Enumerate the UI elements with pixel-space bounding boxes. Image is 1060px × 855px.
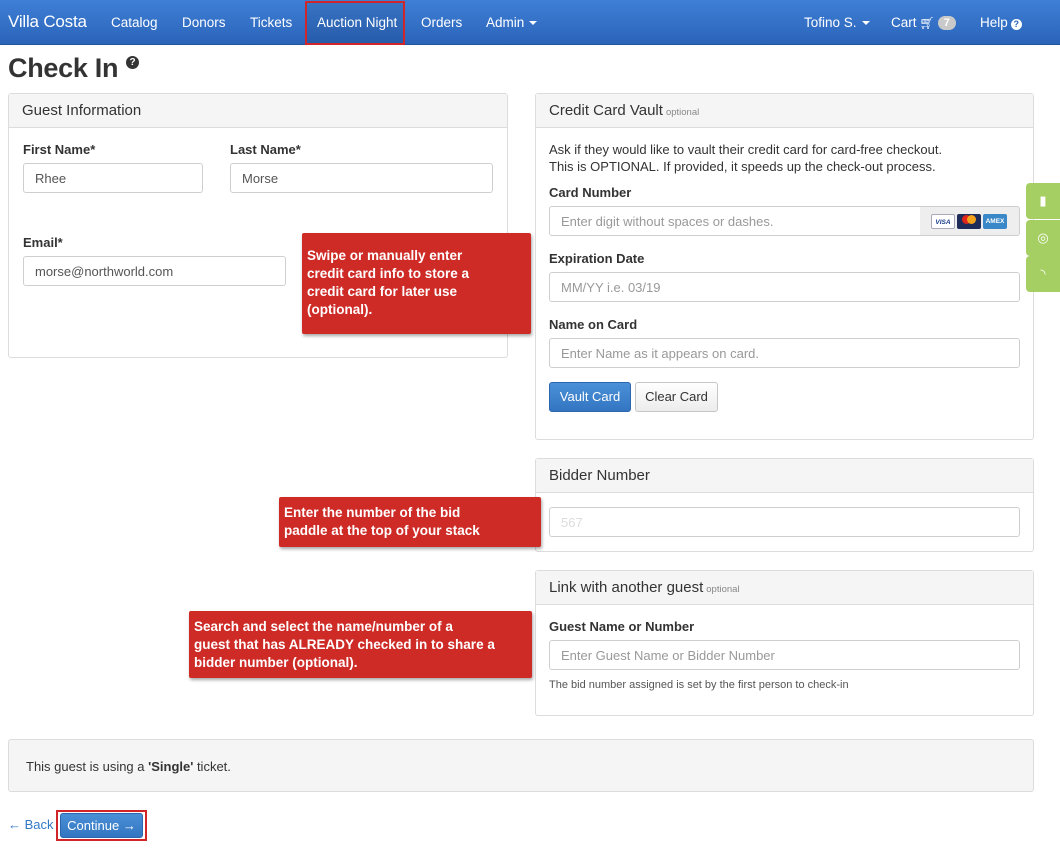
first-name-input[interactable] — [23, 163, 203, 193]
callout-line: Swipe or manually enter — [307, 248, 463, 263]
cart-icon: 🛒︎ — [919, 16, 935, 30]
chevron-down-icon — [529, 21, 538, 26]
swipe-card-callout: Swipe or manually enter credit card info… — [302, 233, 531, 334]
callout-line: bidder number (optional). — [194, 655, 358, 670]
lifebuoy-icon[interactable]: ◎ — [1026, 220, 1060, 256]
link-panel-heading: Link with another guest optional — [536, 571, 1033, 605]
link-heading-title: Link with another guest — [549, 579, 704, 596]
nav-orders[interactable]: Orders — [421, 15, 462, 30]
nav-admin-label: Admin — [486, 15, 525, 30]
continue-button[interactable]: Continue → — [60, 813, 143, 838]
callout-line: (optional). — [307, 302, 373, 317]
mastercard-icon — [957, 214, 981, 229]
vault-panel-heading: Credit Card Vault optional — [536, 94, 1033, 128]
cart-count-badge: 7 — [937, 16, 956, 30]
bidder-number-input[interactable] — [549, 507, 1020, 537]
ticket-type: 'Single' — [148, 759, 194, 774]
rss-icon[interactable]: ◝ — [1026, 256, 1060, 292]
bid-number-help-text: The bid number assigned is set by the fi… — [549, 679, 849, 691]
bidder-number-panel: Bidder Number — [535, 458, 1034, 552]
email-input[interactable] — [23, 256, 286, 286]
top-navbar: Villa Costa Catalog Donors Tickets Aucti… — [0, 0, 1060, 45]
link-optional-tag: optional — [706, 584, 740, 595]
notice-prefix: This guest is using a — [26, 759, 149, 774]
ticket-notice-text: This guest is using a 'Single' ticket. — [26, 759, 231, 774]
card-logos-addon: VISA AMEX — [920, 206, 1020, 236]
nav-cart-label: Cart — [891, 15, 917, 30]
visa-card-icon: VISA — [931, 214, 955, 229]
card-number-input[interactable] — [549, 206, 921, 236]
book-icon[interactable]: ▮ — [1026, 183, 1060, 219]
last-name-input[interactable] — [230, 163, 493, 193]
guest-name-or-number-label: Guest Name or Number — [549, 619, 695, 634]
card-number-label: Card Number — [549, 185, 632, 200]
back-link[interactable]: ← Back — [8, 817, 54, 832]
callout-line: credit card for later use — [307, 284, 458, 299]
nav-donors[interactable]: Donors — [182, 15, 226, 30]
amex-card-icon: AMEX — [983, 214, 1007, 229]
guest-panel-heading: Guest Information — [9, 94, 507, 128]
email-label: Email* — [23, 235, 63, 250]
callout-line: guest that has ALREADY checked in to sha… — [194, 637, 495, 652]
nav-auction-night[interactable]: Auction Night — [317, 15, 397, 30]
vault-description-line-1: Ask if they would like to vault their cr… — [549, 142, 943, 157]
callout-line: Enter the number of the bid — [284, 505, 461, 520]
nav-user-label: Tofino S. — [804, 15, 857, 30]
callout-line: paddle at the top of your stack — [284, 523, 480, 538]
question-circle-icon[interactable]: ? — [126, 56, 139, 69]
question-circle-icon: ? — [1010, 19, 1022, 30]
clear-card-button[interactable]: Clear Card — [635, 382, 718, 412]
nav-help-label: Help — [980, 15, 1008, 30]
nav-admin-dropdown[interactable]: Admin — [486, 15, 538, 30]
nav-help[interactable]: Help? — [980, 15, 1022, 30]
first-name-label: First Name* — [23, 142, 96, 157]
notice-suffix: ticket. — [193, 759, 231, 774]
link-guest-callout: Search and select the name/number of a g… — [189, 611, 532, 678]
vault-card-button[interactable]: Vault Card — [549, 382, 631, 412]
page-title: Check In — [8, 53, 119, 83]
name-on-card-label: Name on Card — [549, 317, 638, 332]
expiration-date-label: Expiration Date — [549, 251, 645, 266]
ticket-notice: This guest is using a 'Single' ticket. — [8, 739, 1034, 792]
nav-catalog[interactable]: Catalog — [111, 15, 158, 30]
vault-description-line-2: This is OPTIONAL. If provided, it speeds… — [549, 159, 936, 174]
nav-cart[interactable]: Cart 🛒︎ 7 — [891, 15, 956, 30]
expiration-date-input[interactable] — [549, 272, 1020, 302]
name-on-card-input[interactable] — [549, 338, 1020, 368]
last-name-label: Last Name* — [230, 142, 301, 157]
callout-line: credit card info to store a — [307, 266, 470, 281]
brand-link[interactable]: Villa Costa — [8, 12, 87, 32]
guest-search-input[interactable] — [549, 640, 1020, 670]
bid-paddle-callout: Enter the number of the bid paddle at th… — [279, 497, 541, 547]
bidder-panel-heading: Bidder Number — [536, 459, 1033, 493]
vault-heading-title: Credit Card Vault — [549, 102, 663, 119]
chevron-down-icon — [861, 21, 870, 26]
nav-user-dropdown[interactable]: Tofino S. — [804, 15, 870, 30]
nav-tickets[interactable]: Tickets — [250, 15, 292, 30]
callout-line: Search and select the name/number of a — [194, 619, 453, 634]
vault-optional-tag: optional — [665, 107, 700, 118]
